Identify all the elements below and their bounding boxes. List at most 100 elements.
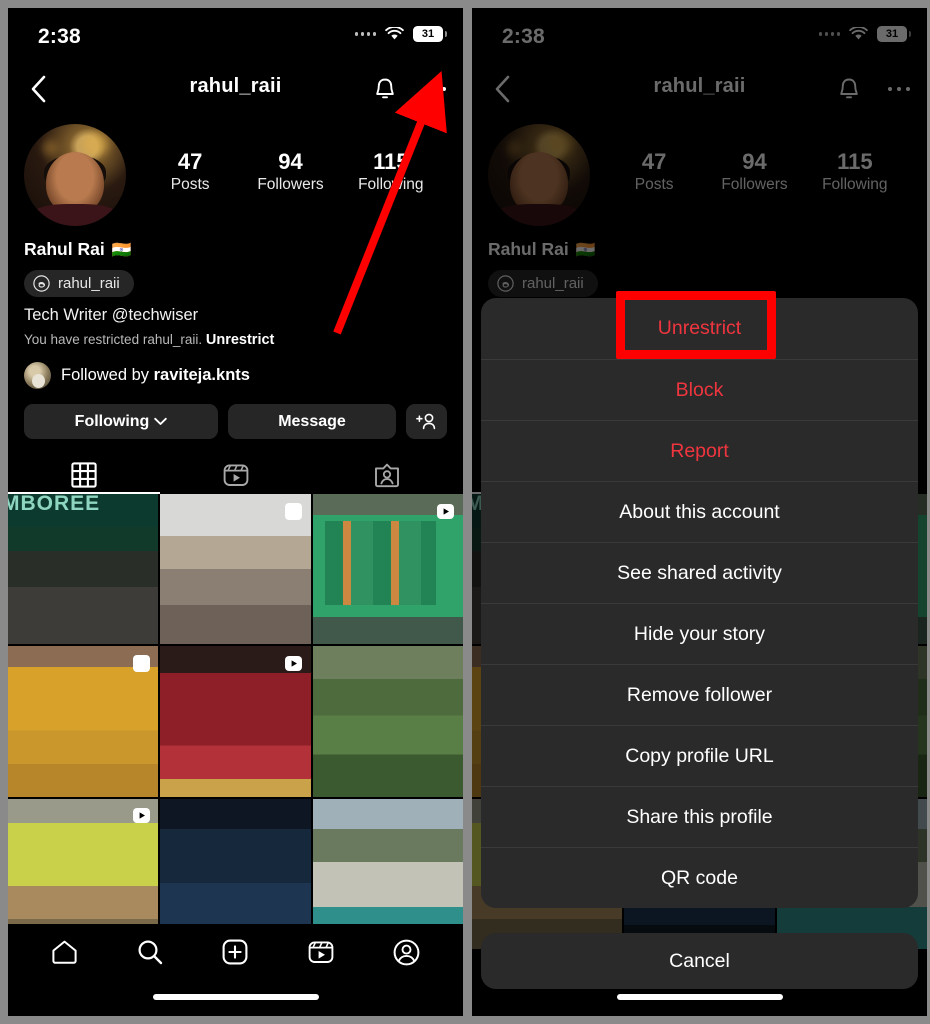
threads-badge[interactable]: rahul_raii [488,270,598,297]
stat-followers[interactable]: 94 Followers [719,149,789,194]
multi-photo-icon [284,501,304,521]
battery-indicator: 31 [877,26,911,42]
restricted-notice: You have restricted rahul_raii. Unrestri… [8,325,463,348]
right-phone-panel: 2:38 31 rahul_raii 47 Posts 94 Followers… [472,8,927,1016]
sheet-item-remove-follower[interactable]: Remove follower [481,664,918,725]
grid-item[interactable] [8,494,159,645]
tab-grid[interactable] [8,456,160,494]
stat-label: Following [822,175,888,193]
stat-label: Followers [721,175,788,193]
india-flag-icon: 🇮🇳 [111,241,132,259]
sheet-item-qr-code[interactable]: QR code [481,847,918,908]
create-nav-item[interactable] [213,930,257,974]
tab-tagged[interactable] [311,456,463,494]
threads-badge[interactable]: rahul_raii [24,270,134,297]
status-bar: 2:38 31 [8,8,463,64]
signal-dots-icon [818,32,840,36]
screenshot-stage: 2:38 31 rahul_raii 47 Posts 94 Followers… [0,0,930,1024]
profile-header: 47 Posts 94 Followers 115 Following [8,118,463,226]
following-button[interactable]: Following [24,404,218,439]
reels-nav-item[interactable] [299,930,343,974]
profile-stats: 47 Posts 94 Followers 115 Following [590,124,911,194]
followed-by-name: raviteja.knts [153,366,250,384]
grid-item[interactable] [160,494,311,645]
navbar-actions [365,69,455,109]
bell-icon [840,78,858,98]
notifications-button[interactable] [829,69,869,109]
status-bar: 2:38 31 [472,8,927,64]
photo-grid [8,494,463,949]
stat-value: 47 [641,149,667,174]
plus-square-icon [223,939,248,965]
battery-level: 31 [885,27,899,40]
profile-action-buttons: Following Message [8,389,463,439]
sheet-item-see-shared-activity[interactable]: See shared activity [481,542,918,603]
reel-badge-icon [131,806,151,826]
stat-following[interactable]: 115 Following [356,149,426,194]
stat-value: 94 [278,149,303,174]
stat-followers[interactable]: 94 Followers [255,149,325,194]
cancel-button[interactable]: Cancel [481,933,918,989]
reel-badge-icon [436,501,456,521]
wifi-icon [849,27,868,40]
battery-level: 31 [421,27,435,40]
home-indicator [616,994,783,1000]
stat-posts[interactable]: 47 Posts [155,149,225,194]
india-flag-icon: 🇮🇳 [575,241,596,259]
search-icon [138,940,163,965]
grid-item[interactable] [312,646,463,797]
tagged-icon [375,463,400,488]
stat-following[interactable]: 115 Following [820,149,890,194]
profile-nav-item[interactable] [384,930,428,974]
unrestrict-link[interactable]: Unrestrict [206,332,275,348]
sheet-item-copy-profile-url[interactable]: Copy profile URL [481,725,918,786]
profile-bio: Tech Writer @techwiser [24,306,199,324]
multi-photo-icon [131,653,151,673]
home-icon [52,940,77,964]
profile-avatar[interactable] [24,124,126,226]
grid-item[interactable] [8,646,159,797]
sheet-item-block[interactable]: Block [481,359,918,420]
sheet-item-share-this-profile[interactable]: Share this profile [481,786,918,847]
stat-posts[interactable]: 47 Posts [619,149,689,194]
home-indicator [152,994,319,1000]
threads-icon [33,275,50,292]
add-user-button[interactable] [406,404,447,439]
grid-item[interactable] [312,494,463,645]
profile-stats: 47 Posts 94 Followers 115 Following [126,124,447,194]
followed-by-row[interactable]: Followed by raviteja.knts [8,348,463,389]
stat-value: 115 [837,149,873,174]
restricted-text: You have restricted rahul_raii. [24,332,203,347]
notifications-button[interactable] [365,69,405,109]
tab-reels[interactable] [160,456,312,494]
profile-navbar: rahul_raii [8,64,463,118]
navbar-actions [829,69,919,109]
stat-label: Following [358,175,424,193]
profile-tabs [8,456,463,494]
stat-label: Followers [257,175,324,193]
stat-value: 47 [177,149,203,174]
sheet-item-hide-your-story[interactable]: Hide your story [481,603,918,664]
status-indicators: 31 [818,26,911,42]
following-label: Following [74,412,150,430]
search-nav-item[interactable] [128,930,172,974]
reel-badge-icon [284,653,304,673]
bottom-navigation [8,924,463,1016]
home-nav-item[interactable] [43,930,87,974]
more-options-button[interactable] [415,69,455,109]
stat-label: Posts [170,175,210,193]
battery-indicator: 31 [413,26,447,42]
bell-icon [376,78,394,98]
account-circle-icon [393,939,420,965]
stat-value: 94 [742,149,767,174]
stat-value: 115 [373,149,409,174]
add-user-icon [416,413,436,430]
wifi-icon [385,27,404,40]
reels-icon [223,464,248,486]
sheet-item-report[interactable]: Report [481,420,918,481]
sheet-item-about-this-account[interactable]: About this account [481,481,918,542]
grid-item[interactable] [160,646,311,797]
more-options-button[interactable] [879,69,919,109]
message-button[interactable]: Message [228,404,396,439]
profile-avatar[interactable] [488,124,590,226]
